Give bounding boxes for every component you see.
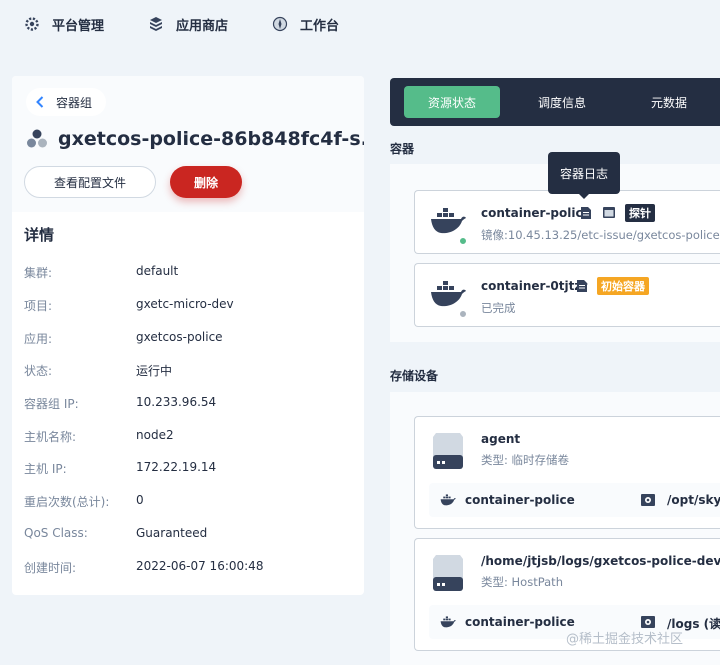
pod-icon <box>27 129 47 148</box>
tab-scheduling-info[interactable]: 调度信息 <box>514 86 610 118</box>
delete-button[interactable]: 删除 <box>170 166 242 198</box>
volume-name: /home/jtjsb/logs/gxetcos-police-dev <box>481 554 720 568</box>
container-card[interactable]: container-police 探针 镜像:10.45.13.25/etc-i… <box>414 190 720 254</box>
detail-key: QoS Class: <box>24 526 88 540</box>
detail-value: 172.22.19.14 <box>136 460 217 474</box>
status-running-dot <box>459 237 467 245</box>
nav-platform-management-label: 平台管理 <box>52 18 105 34</box>
detail-value: node2 <box>136 428 174 442</box>
disk-icon <box>433 555 463 591</box>
pod-detail-card: 容器组 gxetcos-police-86b848fc4f-s... 查看配置文… <box>12 76 364 595</box>
view-config-button[interactable]: 查看配置文件 <box>24 166 156 198</box>
disk-icon <box>433 433 463 469</box>
docker-whale-icon <box>440 494 456 506</box>
volume-name: agent <box>481 432 521 446</box>
detail-key: 创建时间: <box>24 561 77 575</box>
container-image: 镜像:10.45.13.25/etc-issue/gxetcos-police:… <box>481 228 720 242</box>
log-file-icon[interactable] <box>577 280 587 292</box>
volume-mount-row: container-police /opt/skyw <box>429 483 720 517</box>
detail-key: 主机 IP: <box>24 462 67 476</box>
containers-section-title: 容器 <box>390 142 415 156</box>
watermark: @稀土掘金技术社区 <box>566 632 684 647</box>
detail-key: 容器组 IP: <box>24 397 79 411</box>
docker-whale-icon <box>440 616 456 628</box>
init-container-badge: 初始容器 <box>597 277 649 295</box>
detail-value: 2022-06-07 16:00:48 <box>136 559 264 573</box>
detail-value: default <box>136 264 179 278</box>
compass-icon <box>272 16 288 32</box>
tab-metadata[interactable]: 元数据 <box>624 86 714 118</box>
probe-badge: 探针 <box>625 204 655 222</box>
detail-key: 集群: <box>24 266 53 280</box>
nav-workbench-label: 工作台 <box>300 18 340 34</box>
volume-type: 类型: 临时存储卷 <box>481 453 570 467</box>
mount-path: /opt/skyw <box>667 493 720 507</box>
detail-tabs: 资源状态 调度信息 元数据 <box>390 78 720 126</box>
detail-key: 主机名称: <box>24 430 77 444</box>
pod-title-row: gxetcos-police-86b848fc4f-s... <box>26 128 364 150</box>
detail-key: 应用: <box>24 332 53 346</box>
detail-value: 运行中 <box>136 364 173 378</box>
pod-header: 容器组 gxetcos-police-86b848fc4f-s... 查看配置文… <box>12 76 364 212</box>
detail-key: 状态: <box>24 364 53 378</box>
nav-app-store[interactable]: 应用商店 <box>148 15 228 34</box>
detail-value: 0 <box>136 493 144 507</box>
volume-card[interactable]: agent 类型: 临时存储卷 container-police /opt/sk… <box>414 416 720 529</box>
detail-key: 重启次数(总计): <box>24 495 110 509</box>
detail-value: Guaranteed <box>136 526 208 540</box>
page-title: gxetcos-police-86b848fc4f-s... <box>58 128 364 150</box>
docker-whale-icon <box>431 281 466 307</box>
storage-section-title: 存储设备 <box>390 369 439 383</box>
status-completed-dot <box>459 310 467 318</box>
container-card[interactable]: container-0tjtzr 初始容器 已完成 <box>414 263 720 327</box>
back-label: 容器组 <box>56 95 93 110</box>
detail-value: gxetc-micro-dev <box>136 297 234 311</box>
container-name: container-0tjtzr <box>481 279 588 293</box>
details-title: 详情 <box>24 226 55 244</box>
volume-type: 类型: HostPath <box>481 575 563 589</box>
nav-app-store-label: 应用商店 <box>176 18 229 34</box>
detail-value: gxetcos-police <box>136 330 223 344</box>
detail-key: 项目: <box>24 299 53 313</box>
log-tooltip: 容器日志 <box>548 152 620 199</box>
tab-resource-status[interactable]: 资源状态 <box>404 86 500 118</box>
mount-point-icon <box>641 494 655 506</box>
chevron-left-icon <box>36 96 44 108</box>
nav-platform-management[interactable]: 平台管理 <box>24 15 104 34</box>
mount-point-icon <box>641 616 655 628</box>
container-name: container-police <box>481 206 591 220</box>
top-navigation: 平台管理 应用商店 工作台 <box>0 0 720 48</box>
terminal-icon[interactable] <box>603 207 615 218</box>
docker-whale-icon <box>431 208 466 234</box>
mount-container-name: container-police <box>465 615 575 629</box>
container-status: 已完成 <box>481 301 516 315</box>
mount-container-name: container-police <box>465 493 575 507</box>
gear-icon <box>25 17 39 31</box>
back-to-pods-button[interactable]: 容器组 <box>26 88 107 116</box>
log-file-icon[interactable] <box>581 207 591 219</box>
cube-icon <box>150 17 163 31</box>
nav-workbench[interactable]: 工作台 <box>272 15 339 34</box>
detail-value: 10.233.96.54 <box>136 395 217 409</box>
